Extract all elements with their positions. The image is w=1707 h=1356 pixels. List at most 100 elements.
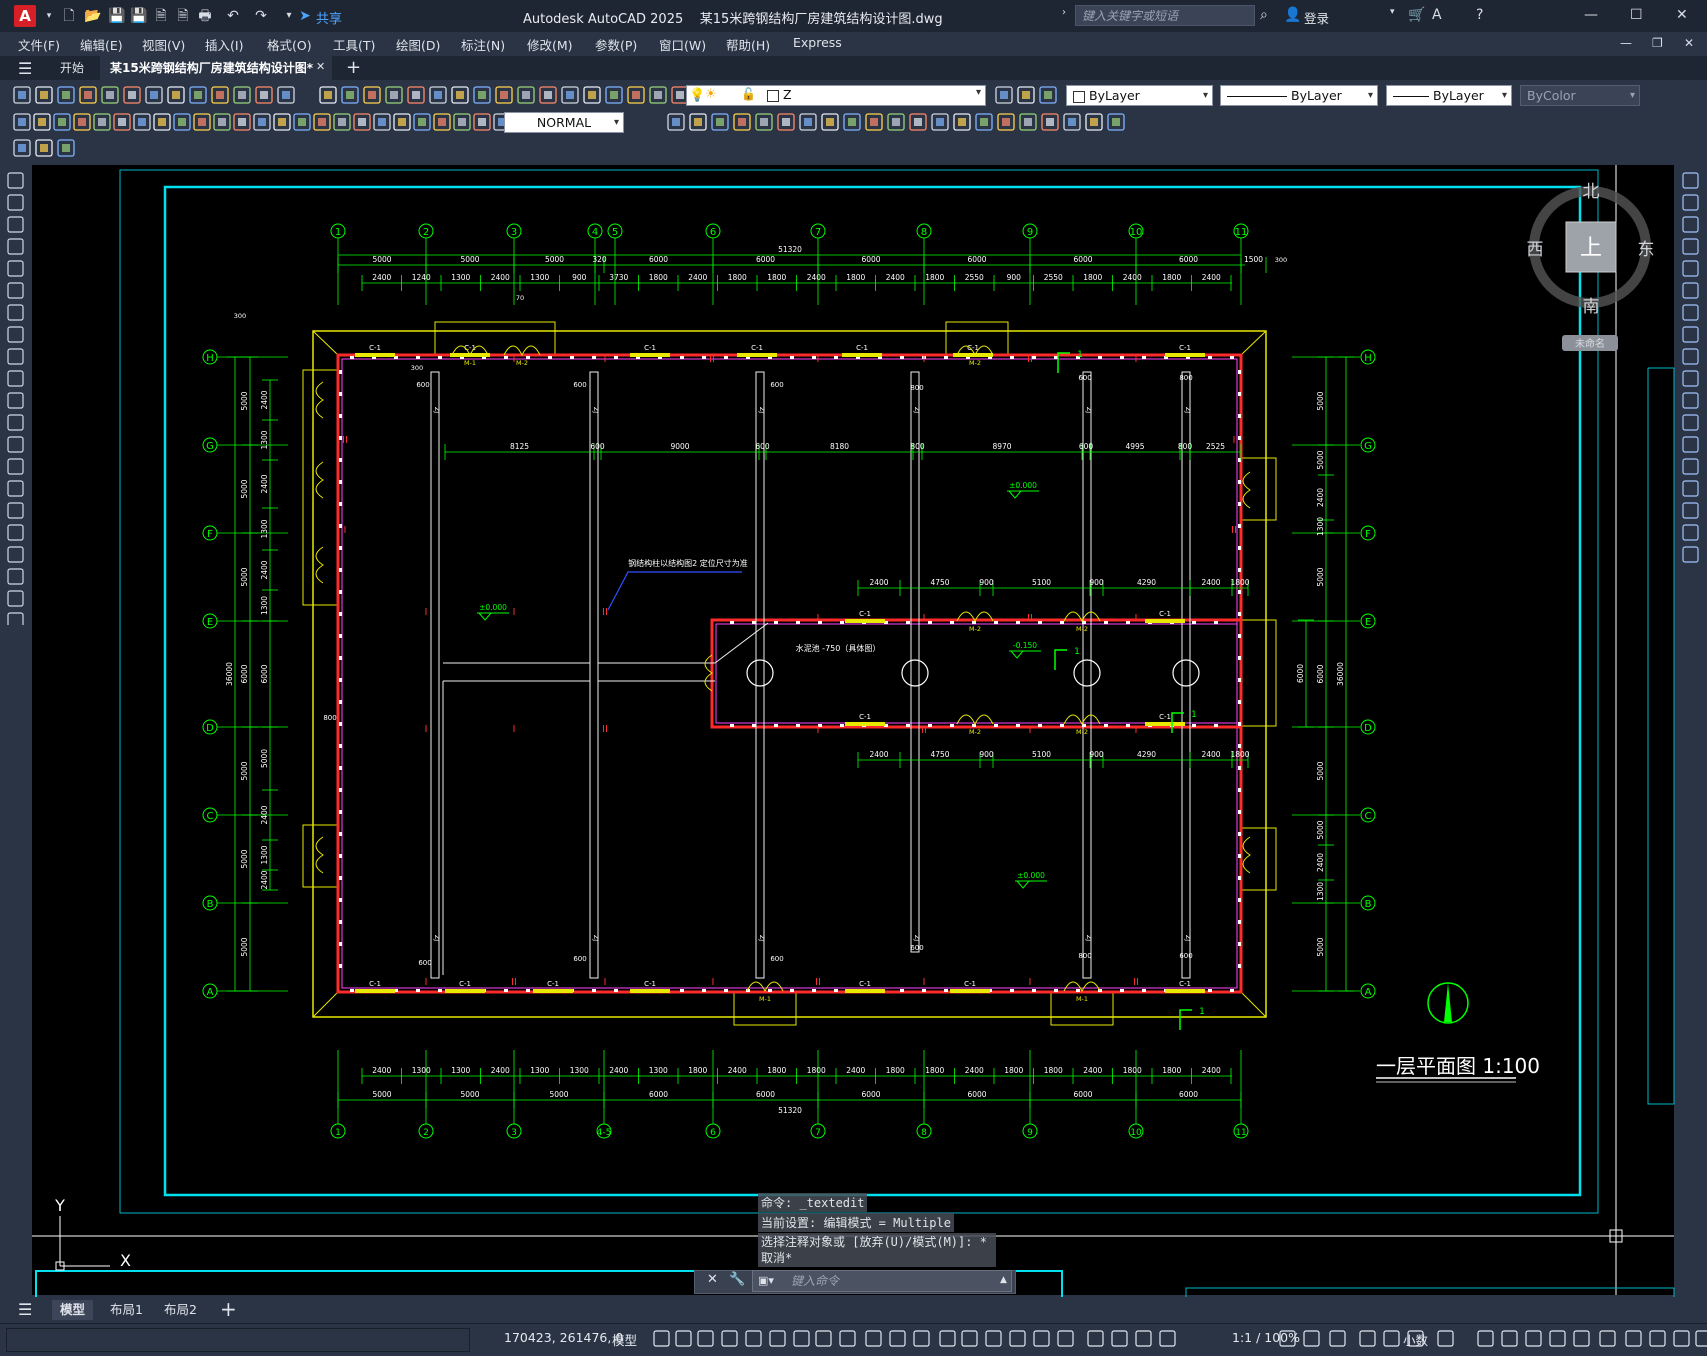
status-toggle-icon[interactable] xyxy=(675,1330,692,1347)
status-toggle-icon[interactable] xyxy=(1625,1330,1642,1347)
wall-marker xyxy=(1192,621,1196,624)
status-toggle-icon[interactable] xyxy=(1673,1330,1690,1347)
status-toggle-icon[interactable] xyxy=(1009,1330,1026,1347)
column-line xyxy=(430,371,440,979)
status-toggle-icon[interactable] xyxy=(1383,1330,1400,1347)
status-toggles[interactable] xyxy=(640,1325,1707,1353)
dim-text: 4290 xyxy=(1137,750,1156,759)
wall-marker xyxy=(1208,989,1212,992)
wall-marker xyxy=(950,621,954,624)
tab-layout2[interactable]: 布局2 xyxy=(156,1300,205,1320)
wall-marker xyxy=(339,964,342,968)
outer-apron xyxy=(312,330,1267,1018)
status-toggle-icon[interactable] xyxy=(913,1330,930,1347)
size-label: 600 xyxy=(418,959,431,967)
size-label: 600 xyxy=(770,381,783,389)
porch-right xyxy=(1240,827,1277,891)
axis-label: 3 xyxy=(511,1128,517,1138)
status-toggle-icon[interactable] xyxy=(1437,1330,1454,1347)
dim-text: 2400 xyxy=(372,1066,391,1075)
status-toggle-icon[interactable] xyxy=(1599,1330,1616,1347)
roman-mark: I xyxy=(1029,977,1032,988)
dim-text: 1800 xyxy=(1004,1066,1023,1075)
model-space-toggle[interactable]: 模型 xyxy=(612,1330,637,1349)
axis-label: E xyxy=(207,617,213,628)
command-prompt-icon[interactable]: ▣▾ xyxy=(758,1274,774,1287)
annotation-scale[interactable]: 1:1 / 100% xyxy=(1232,1330,1300,1345)
command-customize-icon[interactable]: 🔧 xyxy=(729,1272,745,1287)
status-toggle-icon[interactable] xyxy=(745,1330,762,1347)
status-toggle-icon[interactable] xyxy=(1329,1330,1346,1347)
dim-text: 6000 xyxy=(1179,1090,1198,1099)
size-label: 800 xyxy=(1179,374,1192,382)
status-toggle-icon[interactable] xyxy=(1549,1330,1566,1347)
command-history-toggle-icon[interactable]: ▲ xyxy=(1000,1275,1007,1285)
dim-text: 2525 xyxy=(1206,442,1225,451)
status-toggle-icon[interactable] xyxy=(721,1330,738,1347)
wall-marker xyxy=(339,392,342,396)
dim-text: 5000 xyxy=(1316,567,1325,586)
status-toggle-icon[interactable] xyxy=(1573,1330,1590,1347)
status-toggle-icon[interactable] xyxy=(1695,1330,1707,1347)
status-toggle-icon[interactable] xyxy=(1159,1330,1176,1347)
status-toggle-icon[interactable] xyxy=(697,1330,714,1347)
status-toggle-icon[interactable] xyxy=(1477,1330,1494,1347)
add-layout-icon[interactable]: + xyxy=(220,1297,237,1321)
viewcube[interactable]: 上 北 南 西 东 未命名 xyxy=(1527,182,1655,351)
units-setting[interactable]: 小数 xyxy=(1403,1330,1428,1349)
status-toggle-icon[interactable] xyxy=(961,1330,978,1347)
dim-text: 5000 xyxy=(1316,391,1325,410)
wall-marker xyxy=(1120,989,1124,992)
status-toggle-icon[interactable] xyxy=(1135,1330,1152,1347)
status-toggle-icon[interactable] xyxy=(985,1330,1002,1347)
tab-layout1[interactable]: 布局1 xyxy=(102,1300,151,1320)
command-input[interactable]: 键入命令 xyxy=(752,1270,1012,1292)
tab-model[interactable]: 模型 xyxy=(52,1300,94,1320)
command-close-icon[interactable]: ✕ xyxy=(707,1272,718,1287)
dim-text: 1300 xyxy=(451,273,470,282)
dim-text: 1300 xyxy=(260,845,269,864)
door-swing xyxy=(746,981,784,993)
status-toggle-icon[interactable] xyxy=(1111,1330,1128,1347)
column-tag: ZJ xyxy=(433,935,441,941)
status-toggle-icon[interactable] xyxy=(769,1330,786,1347)
wall-marker xyxy=(339,810,342,814)
status-toggle-icon[interactable] xyxy=(653,1330,670,1347)
status-toggle-icon[interactable] xyxy=(1303,1330,1320,1347)
dim-text: 1800 xyxy=(925,273,944,282)
layout-list-icon[interactable]: ☰ xyxy=(18,1300,32,1319)
status-toggle-icon[interactable] xyxy=(939,1330,956,1347)
wall-marker xyxy=(1238,524,1241,528)
status-toggle-icon[interactable] xyxy=(1057,1330,1074,1347)
wall-marker xyxy=(350,356,354,359)
status-toggle-icon[interactable] xyxy=(889,1330,906,1347)
status-toggle-icon[interactable] xyxy=(793,1330,810,1347)
dim-text: 5000 xyxy=(260,749,269,768)
axis-label: 9 xyxy=(1027,1128,1033,1138)
wall-marker xyxy=(840,724,844,727)
dim-text: 5000 xyxy=(1316,450,1325,469)
coordinates-display[interactable]: 170423, 261476, 0 xyxy=(504,1330,623,1345)
status-toggle-icon[interactable] xyxy=(1359,1330,1376,1347)
status-toggle-icon[interactable] xyxy=(1033,1330,1050,1347)
dim-text: 1240 xyxy=(412,273,431,282)
steel-columns xyxy=(430,371,1191,979)
total-length-dim: 51320 xyxy=(778,245,802,254)
window-c1 xyxy=(845,619,885,623)
status-toggle-icon[interactable] xyxy=(815,1330,832,1347)
dim-text: 2400 xyxy=(728,1066,747,1075)
dim-text: 6000 xyxy=(1296,664,1305,683)
apron-corner xyxy=(312,991,339,1018)
status-toggle-icon[interactable] xyxy=(865,1330,882,1347)
status-toggle-icon[interactable] xyxy=(1525,1330,1542,1347)
dim-text: 1800 xyxy=(1123,1066,1142,1075)
axis-grid: 1 2 3 4 5 6 7 8 9 10 111 2 3 4-5 6 7 8 9 10 11H HG GF FE ED DC CB… xyxy=(202,223,1376,1139)
status-toggle-icon[interactable] xyxy=(1649,1330,1666,1347)
misc-dim: 300 xyxy=(234,312,246,320)
wall-marker xyxy=(1214,621,1218,624)
status-toggle-icon[interactable] xyxy=(1087,1330,1104,1347)
status-toggle-icon[interactable] xyxy=(839,1330,856,1347)
status-toggle-icon[interactable] xyxy=(1501,1330,1518,1347)
dim-text: 5000 xyxy=(240,391,249,410)
section-mark xyxy=(1054,649,1067,670)
